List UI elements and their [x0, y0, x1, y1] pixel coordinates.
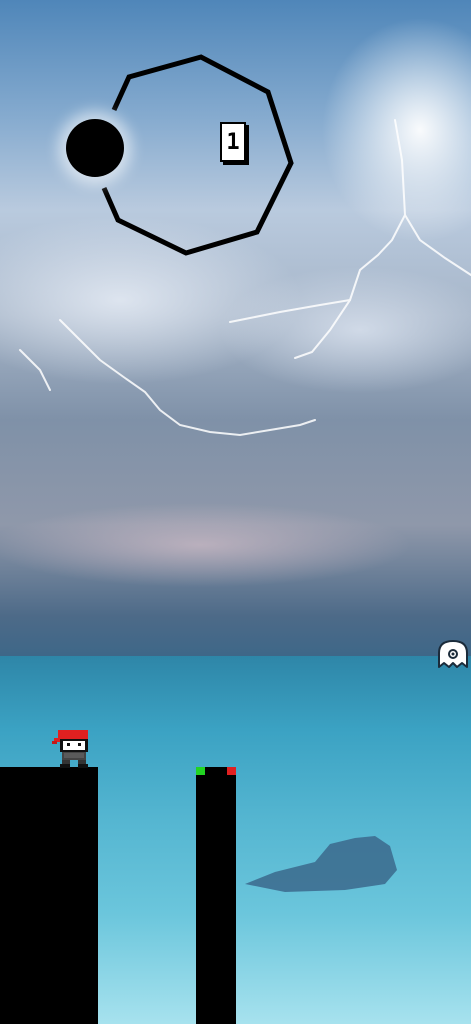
perfect-landing-marker	[196, 767, 205, 775]
game-scene[interactable]: 1	[0, 0, 471, 1024]
score-value: 1	[226, 129, 240, 155]
current-platform	[0, 767, 98, 1024]
sea-rock	[245, 836, 397, 892]
score-counter: 1	[220, 122, 246, 162]
timer-ball	[66, 119, 124, 177]
ghost-icon[interactable]	[435, 639, 471, 669]
target-platform	[196, 767, 236, 1024]
ninja-character-icon	[52, 730, 88, 768]
platform-edge-marker	[227, 767, 236, 775]
